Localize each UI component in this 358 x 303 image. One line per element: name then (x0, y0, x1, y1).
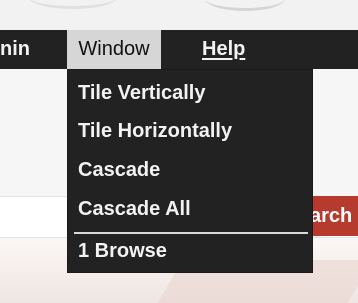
menu-admin[interactable]: nin (0, 30, 40, 69)
menu-item-window-1-browse[interactable]: 1 Browse (78, 236, 167, 266)
decorative-arc (205, 0, 285, 11)
menu-item-label: Cascade All (78, 198, 191, 220)
menu-window-label: Window (78, 38, 150, 60)
menu-item-label: Tile Vertically (78, 82, 206, 104)
search-button-label: arch (310, 205, 353, 227)
menu-item-label: Cascade (78, 159, 161, 181)
menu-admin-label: nin (0, 38, 30, 60)
menu-item-cascade-all[interactable]: Cascade All (78, 194, 191, 224)
menu-bar: nin Window Help (0, 30, 358, 69)
top-header-area (0, 0, 358, 30)
menu-help-label: Help (202, 38, 246, 60)
menu-item-label: 1 Browse (78, 240, 167, 262)
menu-item-tile-vertically[interactable]: Tile Vertically (78, 78, 206, 108)
menu-help[interactable]: Help (192, 30, 255, 69)
menu-window[interactable]: Window (67, 30, 161, 69)
window-menu-dropdown: Tile Vertically Tile Horizontally Cascad… (67, 69, 313, 273)
decorative-arc (28, 0, 118, 9)
menu-item-label: Tile Horizontally (78, 120, 233, 142)
menu-item-cascade[interactable]: Cascade (78, 155, 160, 185)
menu-separator (74, 232, 308, 234)
menu-item-tile-horizontally[interactable]: Tile Horizontally (78, 116, 232, 146)
